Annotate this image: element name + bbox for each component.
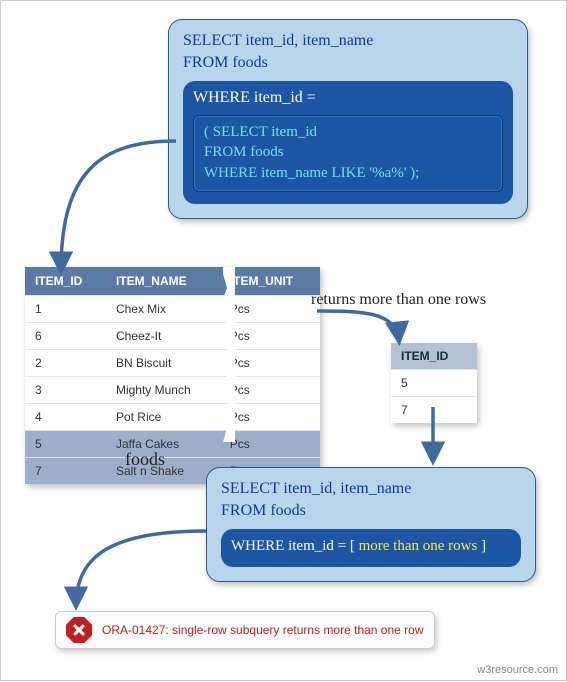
subquery-from: FROM foods: [204, 142, 492, 162]
table-cell: Pcs: [220, 377, 320, 404]
foods-label: foods: [125, 449, 165, 470]
table-cell: Pcs: [220, 431, 320, 458]
table-row: 6Cheez-ItPcs: [25, 323, 320, 350]
error-text: ORA-01427: single-row subquery returns m…: [102, 623, 424, 637]
table-cell: Cheez-It: [106, 323, 220, 350]
table-cell: BN Biscuit: [106, 350, 220, 377]
foods-header-id: ITEM_ID: [25, 267, 106, 296]
subquery-select: ( SELECT item_id: [204, 122, 492, 142]
table-cell: Pcs: [220, 350, 320, 377]
query2-where-highlight: more than one rows: [359, 538, 478, 554]
error-box: ORA-01427: single-row subquery returns m…: [55, 611, 435, 649]
query2-from: FROM foods: [221, 500, 521, 522]
table-cell: Chex Mix: [106, 296, 220, 323]
itemid-table: ITEM_ID 57: [391, 343, 477, 423]
subquery-where: WHERE item_name LIKE '%a%' );: [204, 163, 492, 183]
table-cell: 2: [25, 350, 106, 377]
table-cell: 7: [25, 458, 106, 485]
query2-where-prefix: WHERE item_id = [: [231, 538, 359, 554]
subquery-box: ( SELECT item_id FROM foods WHERE item_n…: [193, 115, 503, 192]
table-row: 2BN BiscuitPcs: [25, 350, 320, 377]
result-query-box: SELECT item_id, item_name FROM foods WHE…: [206, 467, 536, 582]
table-cell: 3: [25, 377, 106, 404]
table-cell: Pcs: [220, 323, 320, 350]
table-cell: Pcs: [220, 296, 320, 323]
table-cell: 5: [391, 370, 477, 397]
query2-where-suffix: ]: [477, 538, 486, 554]
foods-header-row: ITEM_ID ITEM_NAME ITEM_UNIT: [25, 267, 320, 296]
query1-where-box: WHERE item_id = ( SELECT item_id FROM fo…: [183, 81, 513, 204]
table-row: 1Chex MixPcs: [25, 296, 320, 323]
error-icon: [66, 617, 92, 643]
itemid-header: ITEM_ID: [391, 343, 477, 370]
query1-where: WHERE item_id =: [193, 89, 503, 107]
foods-header-name: ITEM_NAME: [106, 267, 220, 296]
table-row: 3Mighty MunchPcs: [25, 377, 320, 404]
arrow-foods-to-itemid: [317, 311, 399, 341]
query2-where-box: WHERE item_id = [ more than one rows ]: [221, 529, 521, 567]
table-cell: 7: [391, 397, 477, 424]
foods-table: ITEM_ID ITEM_NAME ITEM_UNIT 1Chex MixPcs…: [25, 267, 320, 484]
table-row: 4Pot RicePcs: [25, 404, 320, 431]
table-row: 5Jaffa CakesPcs: [25, 431, 320, 458]
table-cell: Pcs: [220, 404, 320, 431]
query1-select: SELECT item_id, item_name: [183, 30, 513, 52]
table-row: 7: [391, 397, 477, 424]
outer-query-box: SELECT item_id, item_name FROM foods WHE…: [168, 19, 528, 219]
arrow-subquery-to-foods: [61, 141, 176, 271]
table-cell: 5: [25, 431, 106, 458]
table-cell: 4: [25, 404, 106, 431]
returns-label: returns more than one rows: [311, 291, 486, 309]
table-cell: 6: [25, 323, 106, 350]
query2-select: SELECT item_id, item_name: [221, 478, 521, 500]
table-cell: 1: [25, 296, 106, 323]
query1-from: FROM foods: [183, 52, 513, 74]
watermark: w3resource.com: [477, 664, 558, 676]
query2-where: WHERE item_id = [ more than one rows ]: [231, 537, 511, 557]
foods-header-unit: ITEM_UNIT: [220, 267, 320, 296]
table-cell: Pot Rice: [106, 404, 220, 431]
table-cell: Mighty Munch: [106, 377, 220, 404]
arrow-query2-to-error: [76, 531, 206, 606]
table-row: 5: [391, 370, 477, 397]
